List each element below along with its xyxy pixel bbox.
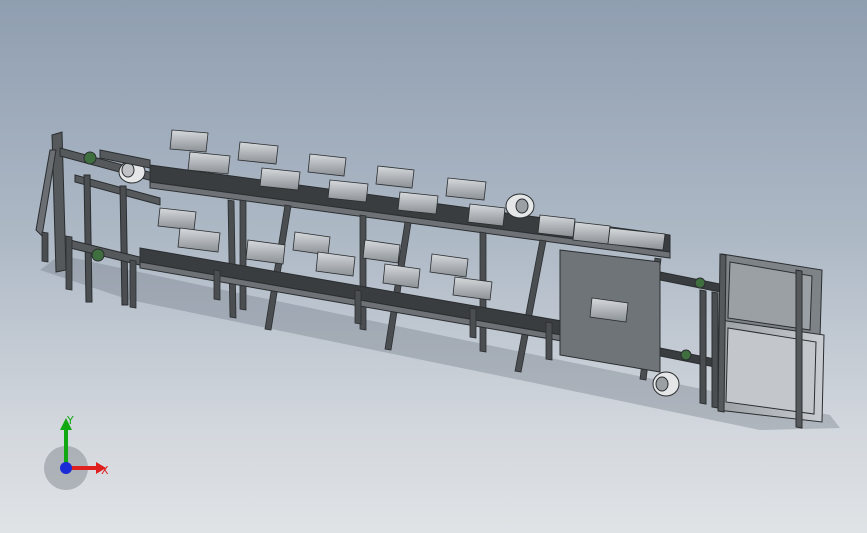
cad-viewport[interactable]: X Y [0, 0, 867, 533]
right-cabinet[interactable] [717, 253, 825, 429]
coordinate-triad [44, 418, 106, 490]
x-axis-label: X [101, 464, 109, 477]
z-axis-dot [60, 462, 72, 474]
conveyor-line-model[interactable] [0, 0, 867, 533]
center-roller [505, 193, 535, 219]
y-axis-label: Y [67, 414, 74, 427]
